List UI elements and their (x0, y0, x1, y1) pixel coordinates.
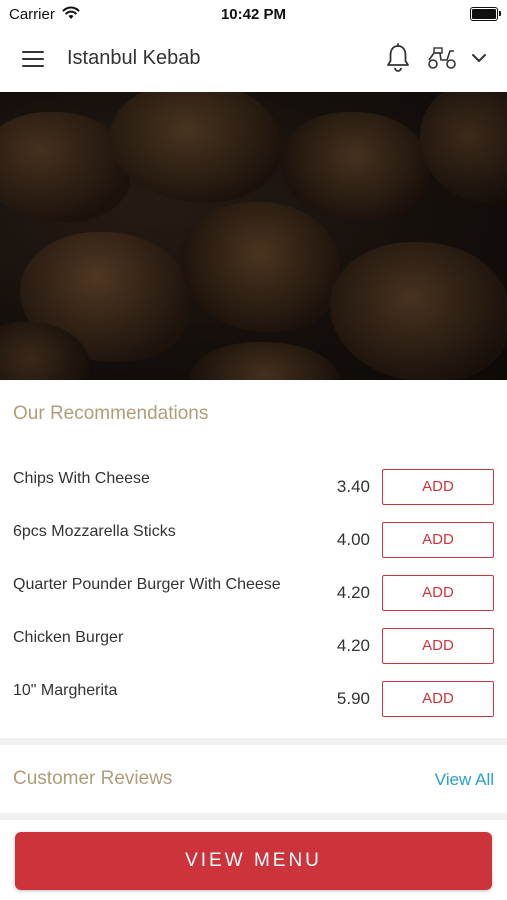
recommendations-title: Our Recommendations (13, 403, 209, 424)
status-bar: Carrier 10:42 PM (0, 0, 507, 28)
add-button[interactable]: ADD (382, 628, 494, 664)
item-name: Quarter Pounder Burger With Cheese (13, 576, 281, 593)
item-name: Chips With Cheese (13, 470, 150, 487)
reviews-title: Customer Reviews (13, 768, 173, 789)
bell-icon[interactable] (384, 43, 412, 73)
section-divider (0, 813, 507, 820)
add-button[interactable]: ADD (382, 681, 494, 717)
add-button[interactable]: ADD (382, 575, 494, 611)
view-menu-button[interactable]: VIEW MENU (15, 832, 492, 890)
item-name: 6pcs Mozzarella Sticks (13, 523, 176, 540)
item-price: 4.20 (336, 583, 370, 602)
section-divider (0, 738, 507, 745)
view-all-reviews-link[interactable]: View All (435, 770, 494, 790)
item-price: 4.00 (336, 530, 370, 549)
add-button[interactable]: ADD (382, 469, 494, 505)
scooter-icon[interactable] (426, 45, 458, 71)
restaurant-title: Istanbul Kebab (67, 47, 201, 69)
status-time: 10:42 PM (220, 6, 287, 23)
item-price: 3.40 (336, 477, 370, 496)
battery-icon (470, 7, 501, 21)
add-button[interactable]: ADD (382, 522, 494, 558)
item-price: 4.20 (336, 636, 370, 655)
nav-bar: Istanbul Kebab (0, 28, 507, 92)
item-price: 5.90 (336, 689, 370, 708)
hero-food-image (0, 92, 507, 380)
item-name: 10" Margherita (13, 682, 118, 699)
chevron-down-icon[interactable] (470, 50, 488, 66)
menu-icon[interactable] (22, 50, 46, 68)
item-name: Chicken Burger (13, 629, 124, 646)
